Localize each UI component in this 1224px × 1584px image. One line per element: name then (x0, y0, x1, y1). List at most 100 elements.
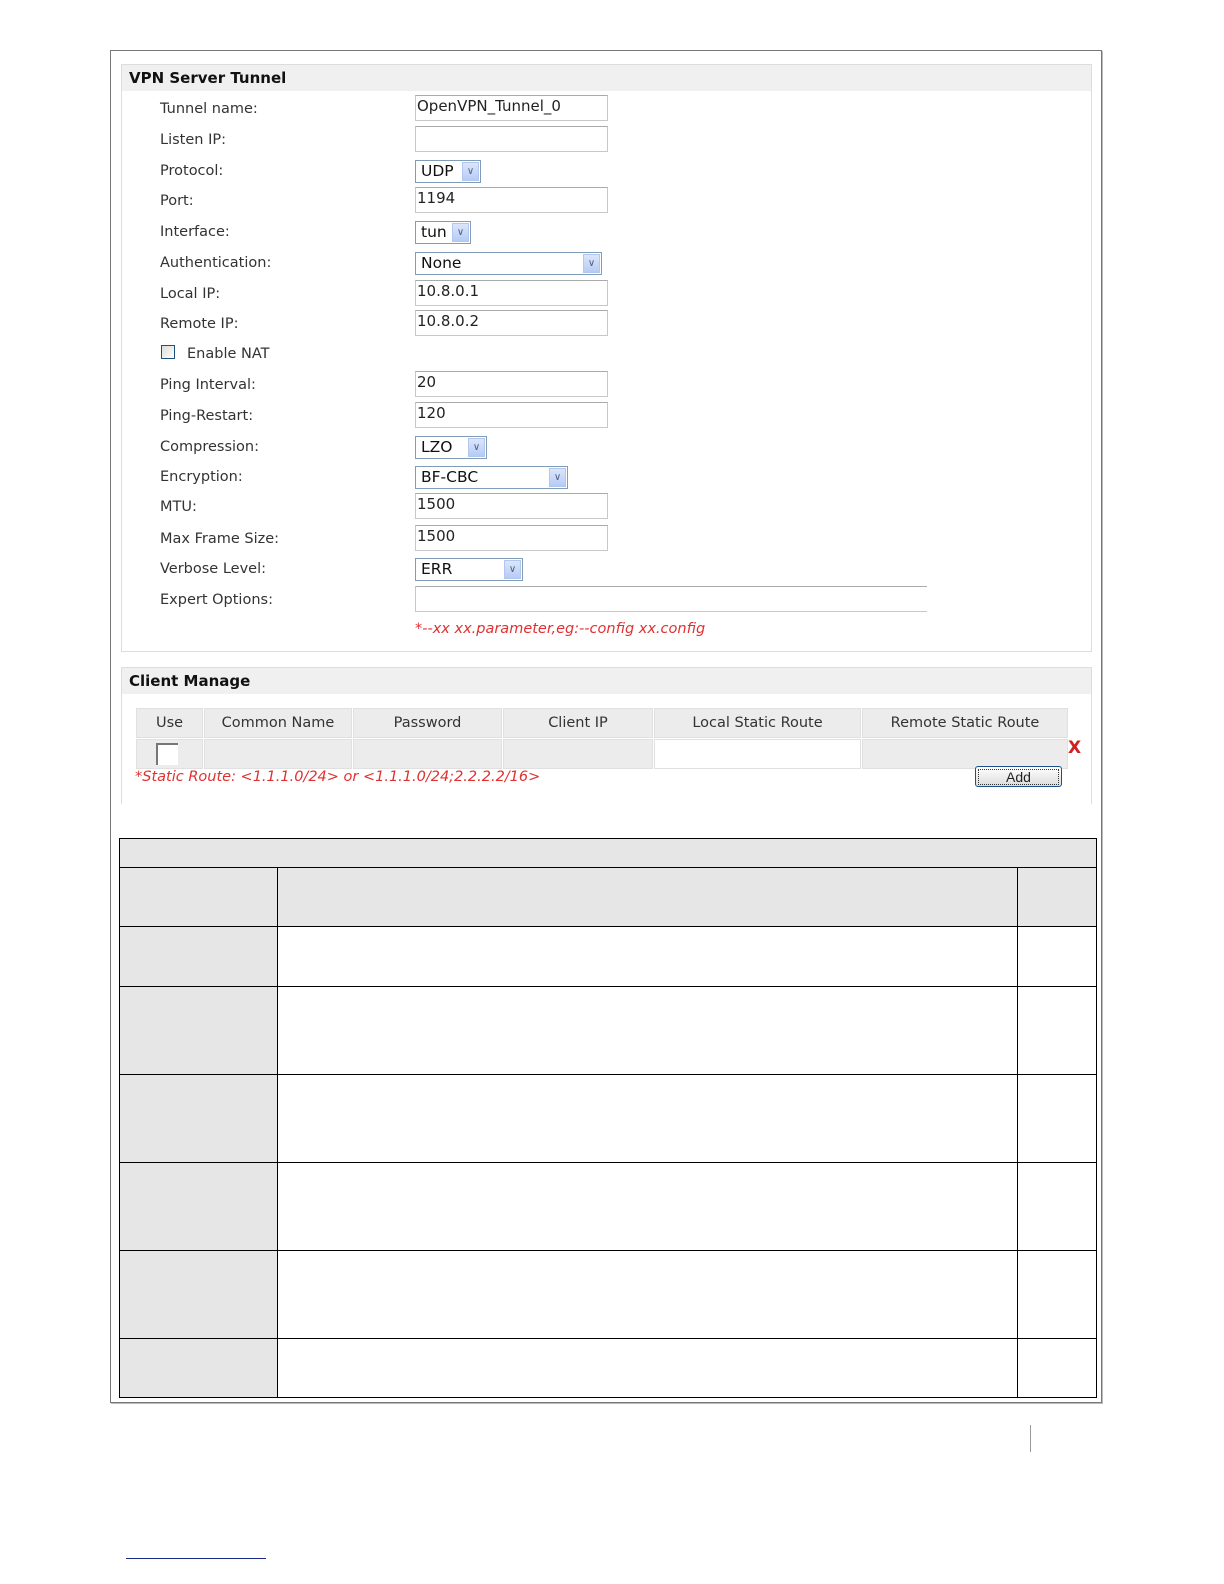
table-cell (119, 1162, 278, 1251)
selected-value: BF-CBC (421, 468, 479, 486)
use-cell (136, 739, 203, 769)
selected-value: None (421, 254, 462, 272)
table-row (119, 1338, 1097, 1398)
header-cell (277, 867, 1018, 927)
client-table: Use Common Name Password Client IP Local… (135, 707, 1069, 770)
tunnel-name-input[interactable]: OpenVPN_Tunnel_0 (415, 95, 608, 121)
encryption-label: Encryption: (160, 469, 243, 485)
add-button[interactable]: Add (975, 766, 1062, 787)
selected-value: tun (421, 223, 447, 241)
compression-select[interactable]: LZO ∨ (415, 436, 487, 459)
selected-value: LZO (421, 438, 453, 456)
column-remote-static-route: Remote Static Route (862, 708, 1068, 738)
interface-label: Interface: (160, 224, 230, 240)
protocol-label: Protocol: (160, 163, 224, 179)
ping-restart-label: Ping-Restart: (160, 408, 254, 424)
local-ip-input[interactable]: 10.8.0.1 (415, 280, 608, 306)
table-header-row (119, 867, 1097, 927)
table-cell (1017, 1074, 1097, 1163)
listen-ip-label: Listen IP: (160, 132, 226, 148)
chevron-down-icon[interactable]: ∨ (549, 468, 566, 487)
table-cell (119, 1250, 278, 1339)
table-row (119, 926, 1097, 987)
remote-static-route-input[interactable] (862, 739, 1068, 769)
header-cell (1017, 867, 1097, 927)
table-cell (1017, 1250, 1097, 1339)
chevron-down-icon[interactable]: ∨ (452, 223, 469, 242)
footer-divider (1030, 1425, 1031, 1452)
table-row (119, 986, 1097, 1075)
column-password: Password (353, 708, 502, 738)
chevron-down-icon[interactable]: ∨ (504, 560, 521, 579)
compression-label: Compression: (160, 439, 259, 455)
table-header-row: Use Common Name Password Client IP Local… (136, 708, 1068, 738)
column-client-ip: Client IP (503, 708, 653, 738)
table-cell (277, 986, 1018, 1075)
local-ip-label: Local IP: (160, 286, 221, 302)
port-input[interactable]: 1194 (415, 187, 608, 213)
enable-nat-checkbox[interactable] (161, 345, 175, 359)
tunnel-name-label: Tunnel name: (160, 101, 258, 117)
table-cell (277, 1074, 1018, 1163)
mtu-input[interactable]: 1500 (415, 493, 608, 519)
ping-restart-input[interactable]: 120 (415, 402, 608, 428)
interface-select[interactable]: tun ∨ (415, 221, 471, 244)
table-cell (119, 926, 278, 987)
table-cell (277, 926, 1018, 987)
mtu-label: MTU: (160, 499, 197, 515)
max-frame-size-label: Max Frame Size: (160, 531, 280, 547)
protocol-select[interactable]: UDP ∨ (415, 160, 481, 183)
table-row (119, 1074, 1097, 1163)
expert-options-input[interactable] (415, 586, 927, 612)
authentication-label: Authentication: (160, 255, 272, 271)
ping-interval-input[interactable]: 20 (415, 371, 608, 397)
max-frame-size-input[interactable]: 1500 (415, 525, 608, 551)
header-cell (119, 867, 278, 927)
column-use: Use (136, 708, 203, 738)
table-cell (119, 1338, 278, 1398)
remote-ip-label: Remote IP: (160, 316, 239, 332)
expert-options-label: Expert Options: (160, 592, 273, 608)
ping-interval-label: Ping Interval: (160, 377, 256, 393)
use-checkbox[interactable] (156, 743, 178, 765)
table-cell (1017, 1162, 1097, 1251)
table-cell (277, 1250, 1018, 1339)
parameter-table (119, 838, 1097, 1398)
delete-row-icon[interactable]: X (1068, 738, 1081, 758)
table-title-cell (119, 838, 1097, 868)
table-cell (277, 1338, 1018, 1398)
verbose-level-label: Verbose Level: (160, 561, 266, 577)
chevron-down-icon[interactable]: ∨ (468, 438, 485, 457)
common-name-input[interactable] (204, 739, 352, 769)
enable-nat-label: Enable NAT (187, 346, 270, 362)
panel-title: VPN Server Tunnel (122, 65, 1091, 91)
panel-title: Client Manage (122, 668, 1091, 694)
local-static-route-input[interactable] (654, 739, 861, 769)
table-row (119, 1162, 1097, 1251)
table-cell (1017, 926, 1097, 987)
remote-ip-input[interactable]: 10.8.0.2 (415, 310, 608, 336)
column-common-name: Common Name (204, 708, 352, 738)
table-cell (119, 986, 278, 1075)
table-row (136, 739, 1068, 769)
chevron-down-icon[interactable]: ∨ (462, 162, 479, 181)
table-cell (1017, 1338, 1097, 1398)
client-ip-input[interactable] (503, 739, 653, 769)
table-row (119, 1250, 1097, 1339)
verbose-level-select[interactable]: ERR ∨ (415, 558, 523, 581)
add-button-label: Add (978, 768, 1059, 785)
selected-value: ERR (421, 560, 453, 578)
authentication-select[interactable]: None ∨ (415, 252, 602, 275)
column-local-static-route: Local Static Route (654, 708, 861, 738)
table-cell (119, 1074, 278, 1163)
encryption-select[interactable]: BF-CBC ∨ (415, 466, 568, 489)
expert-options-hint: *--xx xx.parameter,eg:--config xx.config (415, 621, 706, 637)
selected-value: UDP (421, 162, 454, 180)
listen-ip-input[interactable] (415, 126, 608, 152)
table-title-row (119, 838, 1097, 868)
table-cell (277, 1162, 1018, 1251)
footnote-rule (126, 1558, 266, 1559)
table-cell (1017, 986, 1097, 1075)
password-input[interactable] (353, 739, 502, 769)
chevron-down-icon[interactable]: ∨ (583, 254, 600, 273)
